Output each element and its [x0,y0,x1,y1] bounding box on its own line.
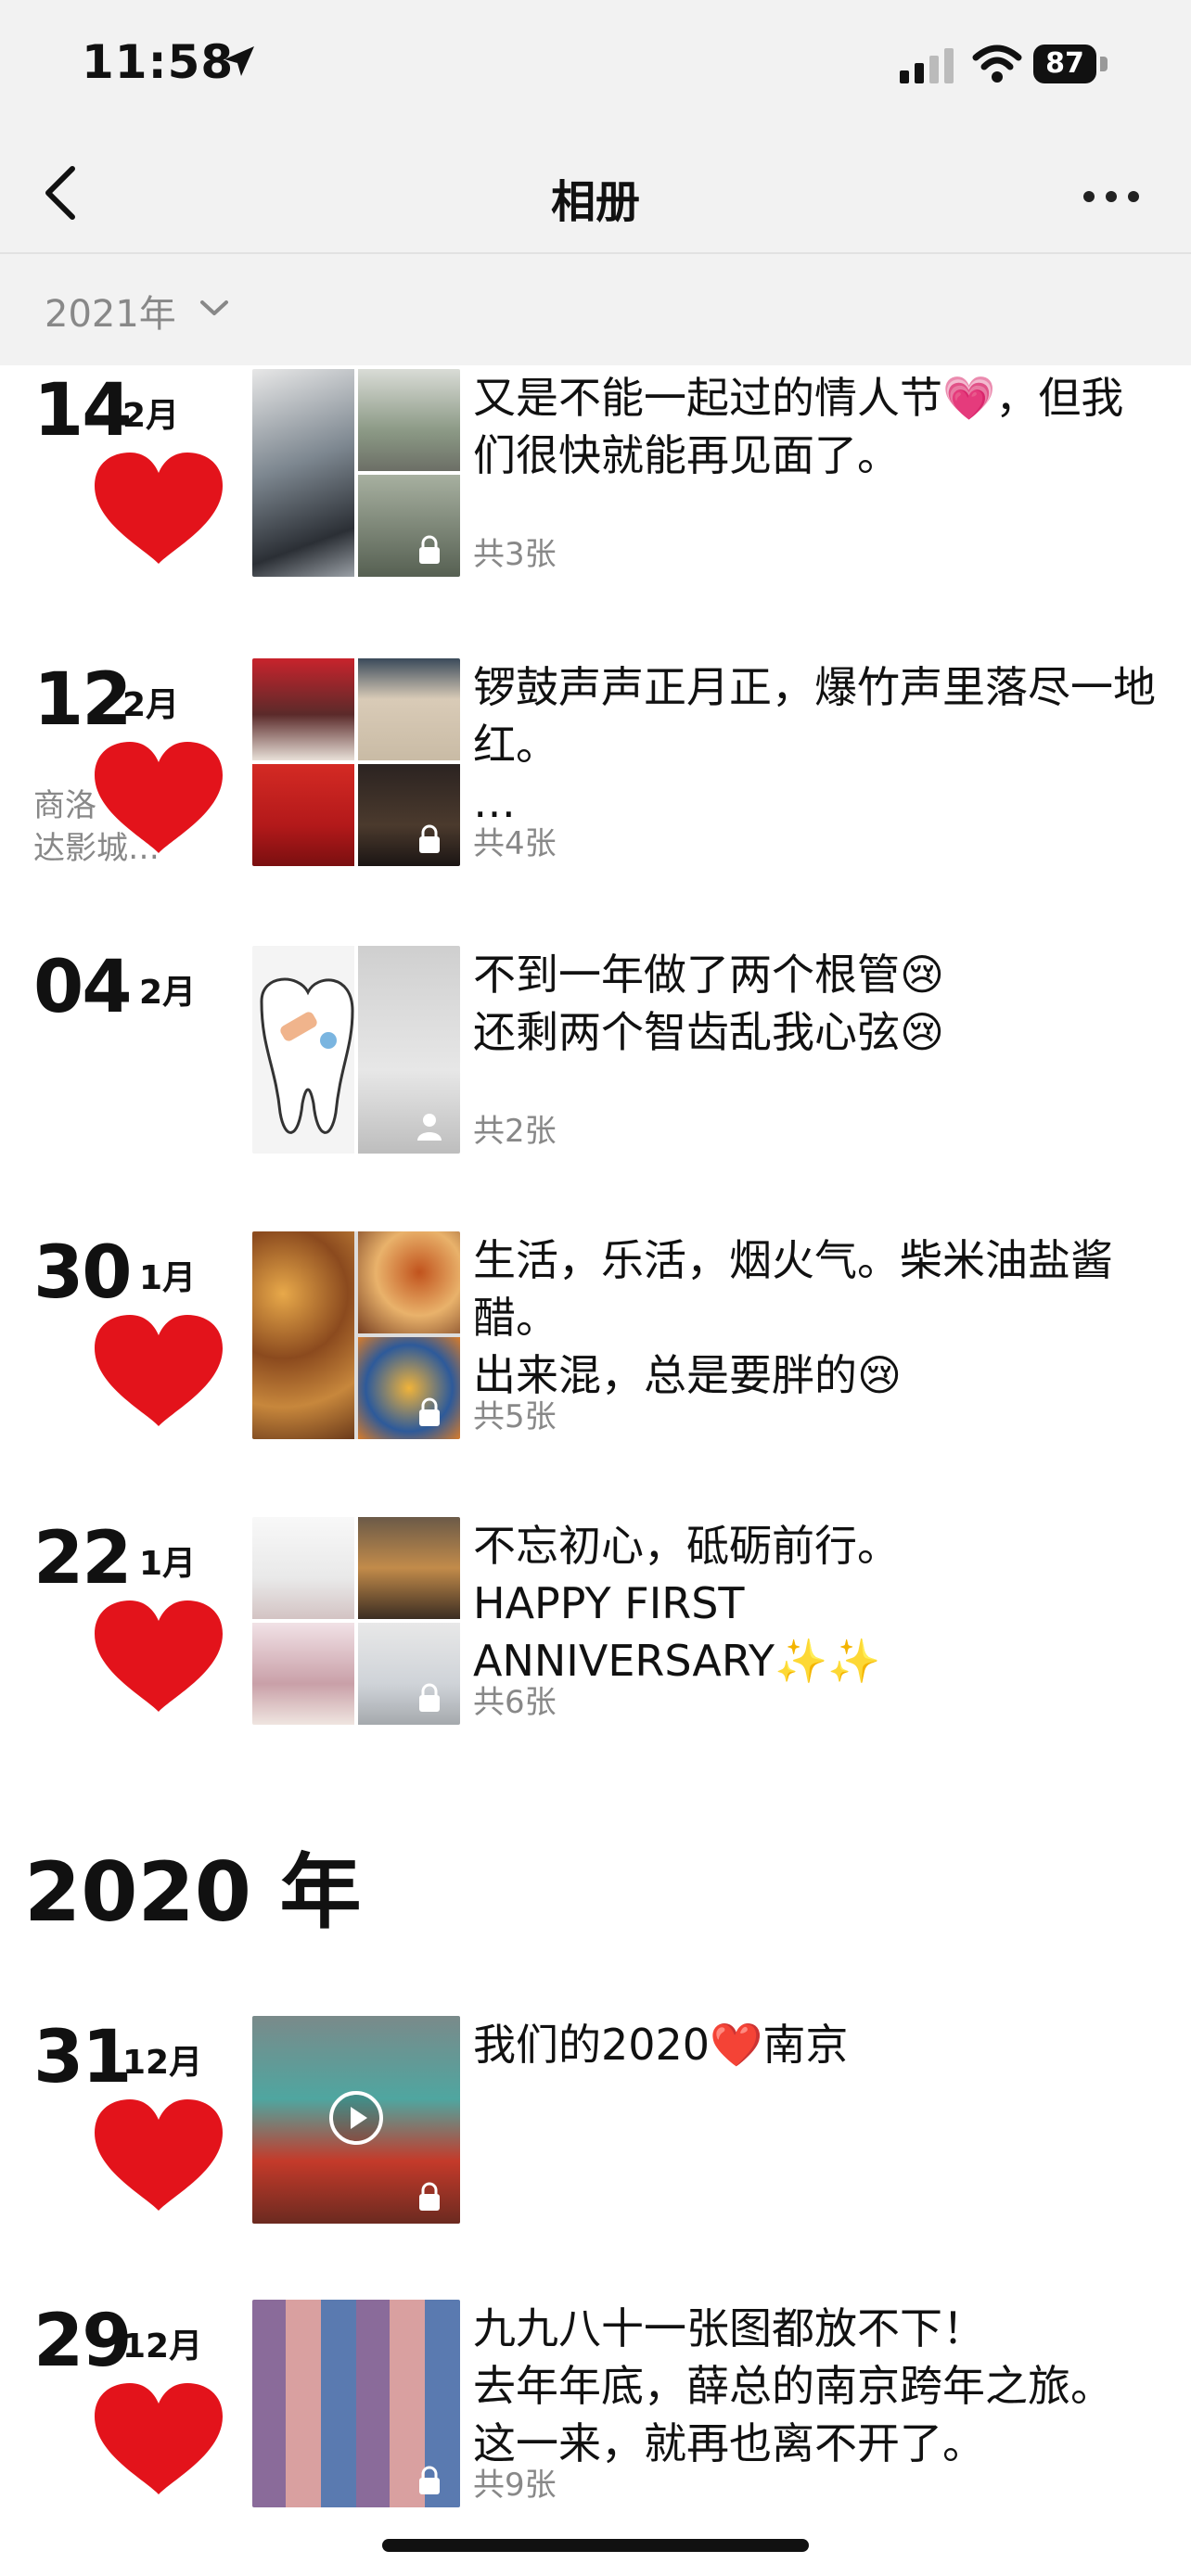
entry-day: 12 [33,658,133,742]
album-entry[interactable]: 30 1月 生活，乐活，烟火气。柴米油盐酱醋。 出来混，总是要胖的😢 共5张 [0,1231,1191,1454]
location-arrow-icon [224,46,254,76]
year-filter[interactable]: 2021年 [0,254,1191,365]
photo-count: 共9张 [473,2467,557,2504]
photo [358,658,460,760]
entry-caption: 锣鼓声声正月正，爆竹声里落尽一地红。 … [473,662,1156,827]
photo [358,475,460,577]
photo-collage[interactable] [252,946,460,1154]
heart-icon [95,2383,223,2494]
tooth-drawing [260,977,354,1134]
photo-count: 共3张 [473,536,557,573]
photo [358,1337,460,1439]
battery-indicator: 87 [1033,45,1109,83]
entry-caption: 又是不能一起过的情人节💗，但我们很快就能再见面了。 [473,373,1124,480]
page-title: 相册 [550,176,640,228]
heart-icon [95,453,223,564]
entry-day: 04 [33,946,133,1029]
album-entry[interactable]: 04 2月 不到一年做了两个根管😢 还剩两个智齿乱我心弦😢 共2张 [0,946,1191,1168]
status-time: 11:58 [82,35,235,89]
tooth-illustration [252,946,354,1154]
person-icon [417,1114,442,1141]
video-thumbnail[interactable] [252,2016,460,2224]
album-entry[interactable]: 29 12月 九九八十一张图都放不下！ 去年年底，薛总的南京跨年之旅。 这一来，… [0,2300,1191,2522]
photo-count: 共4张 [473,825,557,862]
photo-collage[interactable] [252,2300,460,2507]
nav-bar: 相册 [0,139,1191,254]
photo-count: 共5张 [473,1398,557,1435]
photo-count: 共2张 [473,1113,557,1150]
lock-icon [419,824,440,853]
entry-month: 1月 [139,1545,197,1583]
signal-icon [900,48,954,83]
photo [252,369,354,577]
heart-icon [95,1315,223,1426]
chevron-down-icon[interactable] [198,297,230,319]
photo [358,1517,460,1619]
entry-caption: 我们的2020❤️南京 [473,2020,849,2070]
entry-day: 31 [33,2016,133,2099]
photo [358,369,460,471]
home-indicator[interactable] [382,2539,809,2552]
album-entry[interactable]: 14 2月 又是不能一起过的情人节💗，但我们很快就能再见面了。 共3张 [0,369,1191,592]
heart-icon [95,1600,223,1712]
lock-icon [419,2182,440,2211]
entry-day: 22 [33,1517,133,1600]
entry-caption: 生活，乐活，烟火气。柴米油盐酱醋。 出来混，总是要胖的😢 [473,1235,1113,1400]
entry-caption: 不忘初心，砥砺前行。 HAPPY FIRST ANNIVERSARY✨✨ [473,1521,900,1686]
lock-icon [419,1397,440,1426]
photo-collage[interactable] [252,1517,460,1725]
battery-tip [1100,57,1108,71]
photo [252,658,354,760]
play-icon[interactable] [328,2090,384,2146]
photo [358,764,460,866]
battery-level: 87 [1033,45,1096,83]
entry-month: 2月 [139,974,197,1012]
heart-icon [95,742,223,853]
year-filter-label[interactable]: 2021年 [45,284,176,338]
photo-collage[interactable] [252,658,460,866]
lock-icon [419,1683,440,1712]
wifi-icon [972,45,1022,83]
entry-day: 30 [33,1231,133,1315]
photo-collage[interactable] [252,369,460,577]
entry-month: 2月 [122,686,180,724]
year-heading: 2020 年 [24,1844,362,1940]
entry-month: 1月 [139,1259,197,1297]
entry-month: 2月 [122,397,180,435]
photo [358,1623,460,1725]
photo [252,764,354,866]
photo [252,1517,354,1619]
status-bar: 11:58 87 [0,0,1191,139]
lock-icon [419,2466,440,2494]
entry-month: 12月 [122,2044,203,2082]
heart-icon [95,2099,223,2211]
entry-month: 12月 [122,2327,203,2366]
lock-icon [419,535,440,564]
album-entry[interactable]: 31 12月 我们的2020❤️南京 [0,2016,1191,2238]
photo-count: 共6张 [473,1684,557,1721]
photo-collage[interactable] [252,1231,460,1439]
entry-day: 29 [33,2300,133,2383]
more-icon[interactable] [1076,167,1146,223]
album-entry[interactable]: 12 2月 商洛 达影城… 锣鼓声声正月正，爆竹声里落尽一地红。 … 共4张 [0,658,1191,881]
photo [252,1231,354,1439]
entry-caption: 九九八十一张图都放不下！ 去年年底，薛总的南京跨年之旅。 这一来，就再也离不开了… [473,2303,1113,2468]
photo [252,1623,354,1725]
photo [358,946,460,1154]
entry-caption: 不到一年做了两个根管😢 还剩两个智齿乱我心弦😢 [473,950,944,1057]
photo [358,1231,460,1333]
entry-day: 14 [33,369,133,453]
album-entry[interactable]: 22 1月 不忘初心，砥砺前行。 HAPPY FIRST ANNIVERSARY… [0,1517,1191,1740]
